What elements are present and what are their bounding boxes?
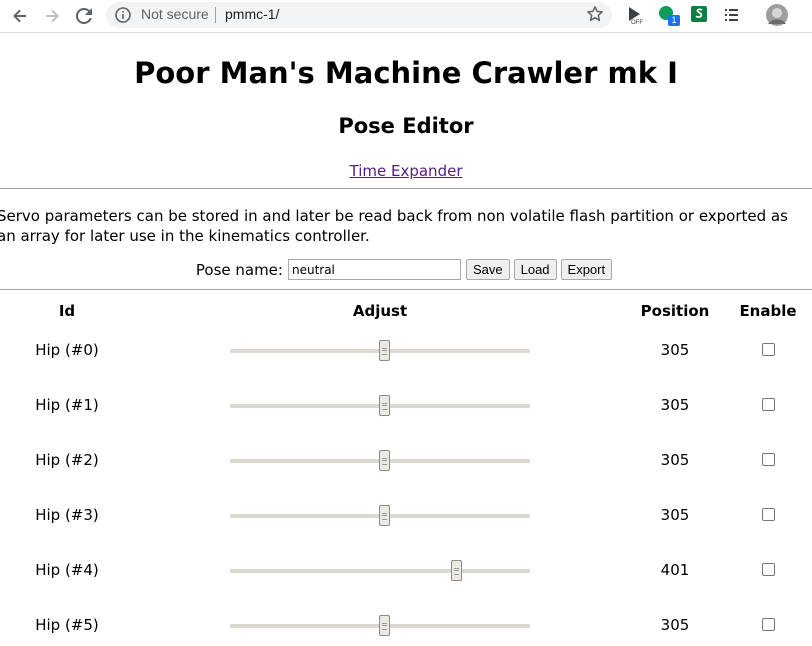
time-expander-link[interactable]: Time Expander (350, 162, 463, 180)
servo-row: Hip (#2) 305 (0, 441, 812, 481)
servo-position: 305 (660, 341, 690, 359)
extension-off-icon[interactable]: OFF (626, 5, 646, 26)
star-icon[interactable] (586, 5, 604, 27)
servo-slider-thumb[interactable] (378, 340, 390, 361)
servo-row: Hip (#5) 305 (0, 606, 812, 646)
servo-row: Hip (#0) 305 (0, 331, 812, 371)
servo-id: Hip (#4) (35, 561, 99, 579)
servo-id: Hip (#1) (35, 396, 99, 414)
page-subtitle: Pose Editor (338, 114, 474, 138)
servo-position: 305 (660, 396, 690, 414)
back-icon[interactable] (8, 4, 32, 28)
export-button[interactable]: Export (560, 259, 613, 280)
omnibox-divider (215, 7, 216, 23)
servo-slider-thumb[interactable] (378, 450, 390, 471)
pose-name-label: Pose name: (195, 260, 283, 279)
page-title: Poor Man's Machine Crawler mk I (134, 56, 678, 90)
browser-toolbar: Not secure pmmc-1/ OFF 1 (0, 0, 812, 33)
enable-checkbox[interactable] (762, 398, 775, 411)
address-bar[interactable]: Not secure pmmc-1/ (106, 2, 612, 28)
link-container: Time Expander (0, 161, 812, 180)
servo-id: Hip (#5) (35, 616, 99, 634)
servo-slider-thumb[interactable] (450, 560, 462, 581)
extension-green-icon[interactable]: 1 (658, 5, 680, 26)
servo-position: 305 (660, 506, 690, 524)
enable-checkbox[interactable] (762, 453, 775, 466)
servo-row: Hip (#4) 401 (0, 551, 812, 591)
info-icon[interactable] (115, 7, 131, 27)
save-button[interactable]: Save (465, 259, 510, 280)
url-text[interactable]: pmmc-1/ (225, 6, 279, 22)
enable-checkbox[interactable] (762, 343, 775, 356)
servo-id: Hip (#3) (35, 506, 99, 524)
servo-id: Hip (#2) (35, 451, 99, 469)
servo-position: 401 (660, 561, 690, 579)
servo-position: 305 (660, 451, 690, 469)
servo-id: Hip (#0) (35, 341, 99, 359)
servo-row: Hip (#1) 305 (0, 386, 812, 426)
servo-row: Hip (#3) 305 (0, 496, 812, 536)
reload-icon[interactable] (72, 4, 96, 28)
menu-list-icon[interactable] (722, 5, 742, 25)
extension-badge: 1 (668, 15, 680, 26)
enable-checkbox[interactable] (762, 618, 775, 631)
column-header-position: Position (640, 302, 710, 320)
servo-slider-thumb[interactable] (378, 615, 390, 636)
servo-slider-thumb[interactable] (378, 395, 390, 416)
column-header-adjust: Adjust (352, 302, 408, 320)
profile-avatar[interactable] (765, 3, 789, 27)
divider (0, 289, 812, 290)
pose-form: Pose name: Save Load Export (0, 259, 812, 280)
column-header-enable: Enable (739, 302, 797, 320)
servo-slider-track[interactable] (230, 569, 530, 573)
load-button[interactable]: Load (513, 259, 557, 280)
column-header-id: Id (58, 302, 76, 320)
servo-position: 305 (660, 616, 690, 634)
description-text: Servo parameters can be stored in and la… (0, 207, 788, 245)
divider (0, 188, 812, 189)
security-label[interactable]: Not secure (141, 6, 209, 22)
servo-slider-thumb[interactable] (378, 505, 390, 526)
enable-checkbox[interactable] (762, 508, 775, 521)
svg-text:OFF: OFF (631, 20, 643, 25)
forward-icon[interactable] (40, 4, 64, 28)
enable-checkbox[interactable] (762, 563, 775, 576)
extension-s-icon[interactable] (690, 5, 710, 25)
pose-name-input[interactable] (287, 259, 461, 280)
